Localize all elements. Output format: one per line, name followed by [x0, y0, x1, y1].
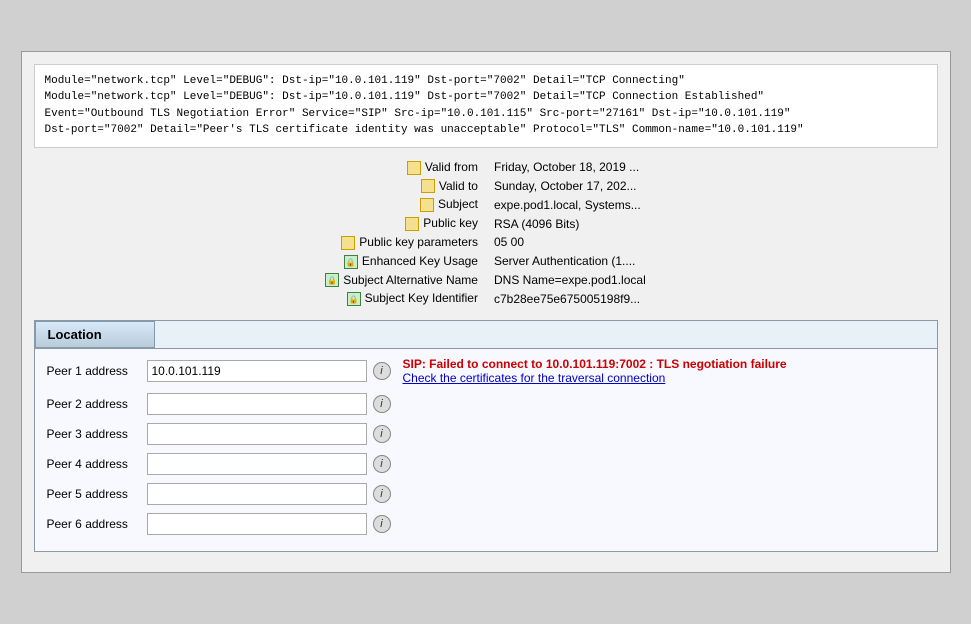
log-section: Module="network.tcp" Level="DEBUG": Dst-… [34, 64, 938, 148]
peer-row: Peer 6 address i [47, 513, 925, 535]
cert-row: 🔒 Subject Key Identifier c7b28ee75e6750051… [317, 289, 654, 308]
cert-row: 🔒 Subject Alternative Name DNS Name=expe.p… [317, 271, 654, 290]
cert-icon-green: 🔒 [344, 255, 358, 269]
cert-field-value: DNS Name=expe.pod1.local [486, 271, 654, 290]
log-line-3: Event="Outbound TLS Negotiation Error" S… [45, 106, 927, 123]
cert-row: Valid from Friday, October 18, 2019 ... [317, 158, 654, 177]
cert-table: Valid fromFriday, October 18, 2019 ...Va… [317, 158, 654, 309]
cert-row: Valid to Sunday, October 17, 202... [317, 177, 654, 196]
cert-field-value: RSA (4096 Bits) [486, 214, 654, 233]
cert-field-label: Public key parameters [359, 235, 478, 249]
peer-row: Peer 4 address i [47, 453, 925, 475]
cert-field-label: Valid to [439, 179, 478, 193]
cert-label: Public key [317, 214, 486, 233]
cert-label: 🔒 Subject Key Identifier [317, 289, 486, 308]
cert-label: Valid to [317, 177, 486, 196]
cert-field-value: c7b28ee75e675005198f9... [486, 289, 654, 308]
peer-input[interactable] [147, 513, 367, 535]
error-link[interactable]: Check the certificates for the traversal… [403, 371, 925, 385]
log-line-1: Module="network.tcp" Level="DEBUG": Dst-… [45, 73, 927, 90]
cert-field-value: 05 00 [486, 233, 654, 252]
cert-field-value: Friday, October 18, 2019 ... [486, 158, 654, 177]
cert-label: 🔒 Enhanced Key Usage [317, 252, 486, 271]
cert-icon-plain [421, 179, 435, 193]
peer-row: Peer 1 address i SIP: Failed to connect to… [47, 357, 925, 385]
cert-field-label: Subject Alternative Name [343, 273, 478, 287]
cert-label: Subject [317, 195, 486, 214]
peer-input[interactable] [147, 483, 367, 505]
peer-input[interactable] [147, 393, 367, 415]
location-section: Location Peer 1 address i SIP: Failed to c… [34, 320, 938, 552]
peer-label: Peer 4 address [47, 457, 147, 471]
cert-field-value: Server Authentication (1.... [486, 252, 654, 271]
log-line-4: Dst-port="7002" Detail="Peer's TLS certi… [45, 122, 927, 139]
cert-label: Public key parameters [317, 233, 486, 252]
peer-label: Peer 3 address [47, 427, 147, 441]
location-body: Peer 1 address i SIP: Failed to connect to… [35, 349, 937, 551]
cert-icon-plain [407, 161, 421, 175]
cert-field-label: Valid from [425, 160, 478, 174]
error-text: SIP: Failed to connect to 10.0.101.119:7… [403, 357, 925, 371]
cert-label: 🔒 Subject Alternative Name [317, 271, 486, 290]
peer-row: Peer 5 address i [47, 483, 925, 505]
location-header-row: Location [35, 321, 937, 349]
location-header: Location [35, 321, 155, 348]
cert-field-label: Subject Key Identifier [365, 291, 478, 305]
peer-label: Peer 1 address [47, 364, 147, 378]
cert-label: Valid from [317, 158, 486, 177]
peer-input[interactable] [147, 423, 367, 445]
info-icon[interactable]: i [373, 395, 391, 413]
cert-field-label: Public key [423, 216, 478, 230]
peer-input[interactable] [147, 453, 367, 475]
error-block: SIP: Failed to connect to 10.0.101.119:7… [403, 357, 925, 385]
peer-label: Peer 2 address [47, 397, 147, 411]
cert-field-label: Subject [438, 197, 478, 211]
main-container: Module="network.tcp" Level="DEBUG": Dst-… [21, 51, 951, 574]
cert-icon-plain [420, 198, 434, 212]
info-icon[interactable]: i [373, 515, 391, 533]
peer-label: Peer 5 address [47, 487, 147, 501]
cert-field-value: Sunday, October 17, 202... [486, 177, 654, 196]
cert-row: Subject expe.pod1.local, Systems... [317, 195, 654, 214]
cert-icon-plain [341, 236, 355, 250]
cert-row: 🔒 Enhanced Key Usage Server Authentication… [317, 252, 654, 271]
cert-icon-green: 🔒 [325, 273, 339, 287]
peer-input[interactable] [147, 360, 367, 382]
info-icon[interactable]: i [373, 485, 391, 503]
cert-field-value: expe.pod1.local, Systems... [486, 195, 654, 214]
info-icon[interactable]: i [373, 455, 391, 473]
info-icon[interactable]: i [373, 362, 391, 380]
cert-row: Public key parameters 05 00 [317, 233, 654, 252]
peer-row: Peer 3 address i [47, 423, 925, 445]
info-icon[interactable]: i [373, 425, 391, 443]
cert-row: Public key RSA (4096 Bits) [317, 214, 654, 233]
cert-icon-green: 🔒 [347, 292, 361, 306]
log-line-2: Module="network.tcp" Level="DEBUG": Dst-… [45, 89, 927, 106]
peer-row: Peer 2 address i [47, 393, 925, 415]
peer-label: Peer 6 address [47, 517, 147, 531]
cert-icon-plain [405, 217, 419, 231]
cert-field-label: Enhanced Key Usage [362, 254, 478, 268]
